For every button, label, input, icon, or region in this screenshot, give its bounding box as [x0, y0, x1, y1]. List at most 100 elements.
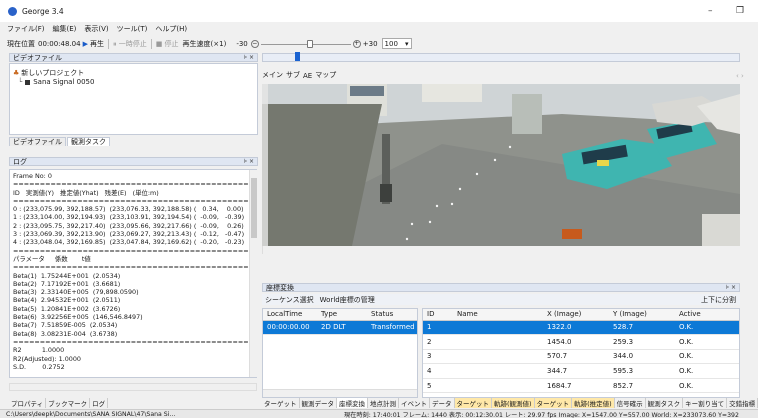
log-scrollbar[interactable] [249, 170, 257, 377]
project-tree: ♣ 新しいプロジェクト └ Sana Signal 0050 [9, 63, 258, 135]
separator [150, 38, 152, 49]
log-line: Beta(7) 7.51859E-005 (2.0534) [13, 321, 118, 330]
table-header-row: ID Name X (Image) Y (Image) Active [423, 309, 739, 321]
video-frame[interactable] [262, 84, 740, 246]
log-line: Beta(6) 3.92256E+005 (146,546.8497) [13, 313, 143, 322]
log-line: 0 : (233,075.99, 392,188.57) (233,076.33… [13, 205, 244, 214]
table-cell: 4 [423, 363, 453, 379]
log-line: Beta(1) 1.75244E+001 (2.0534) [13, 271, 121, 280]
video-panel-header: ビデオファイル ⊧ × [9, 53, 258, 62]
speed-min-label: -30 [236, 39, 248, 48]
tab-world-coords[interactable]: World座標の管理 [320, 296, 375, 304]
bottom-tab[interactable]: 軌跡(推定値) [572, 398, 615, 408]
slider-thumb[interactable] [306, 39, 313, 48]
table-row[interactable]: 00:00:00.00 2D DLT Transformed [263, 320, 417, 336]
table-cell [453, 378, 543, 394]
menu-file[interactable]: ファイル(F) [7, 24, 45, 34]
table-cell: O.K. [675, 349, 739, 365]
viewer-hscrollbar[interactable] [262, 246, 740, 254]
pin-close-icon[interactable]: ⊧ × [726, 284, 736, 291]
speed-increase-icon[interactable]: + [352, 39, 361, 48]
table-cell: 344.7 [543, 363, 609, 379]
bottom-tab[interactable]: 地点計測 [368, 398, 399, 408]
table-row[interactable]: 1 1322.0 528.7 O.K. [423, 320, 739, 336]
log-line: S.D. 0.2752 [13, 362, 65, 371]
tab-sub[interactable]: サブ [286, 70, 300, 80]
tab-ae[interactable]: AE [303, 72, 312, 80]
bottom-tab[interactable]: 観測タスク [646, 398, 684, 408]
bottom-tab[interactable]: データ [430, 398, 455, 408]
left-scroll-region[interactable] [262, 84, 268, 246]
tab-sequence-select[interactable]: シーケンス選択 [265, 296, 314, 304]
table-row[interactable]: 2 1454.0 259.3 O.K. [423, 334, 739, 350]
log-line: ========================================… [13, 337, 257, 346]
coord-subtabs: シーケンス選択 World座標の管理 上下に分割 [262, 294, 740, 305]
col-name[interactable]: Name [453, 309, 543, 321]
table-cell [453, 334, 543, 350]
col-type[interactable]: Type [317, 309, 367, 321]
bottom-tab[interactable]: ターゲット [262, 398, 300, 408]
col-active[interactable]: Active [675, 309, 739, 321]
menu-edit[interactable]: 編集(E) [53, 24, 77, 34]
bottom-tab[interactable]: ターゲット [454, 398, 492, 408]
menu-bar: ファイル(F) 編集(E) 表示(V) ツール(T) ヘルプ(H) [0, 22, 758, 35]
speed-slider[interactable] [260, 39, 351, 49]
stop-button[interactable]: ■ 停止 [156, 39, 179, 49]
table-row[interactable]: 5 1684.7 852.7 O.K. [423, 378, 739, 394]
table-cell [453, 363, 543, 379]
tab-log[interactable]: ログ [90, 398, 109, 408]
nav-arrows-icon[interactable]: ‹ › [736, 72, 744, 80]
tab-observation-task[interactable]: 観測タスク [67, 137, 110, 146]
sequence-hscrollbar[interactable] [263, 389, 417, 397]
bottom-tab[interactable]: 信号確示 [615, 398, 646, 408]
menu-view[interactable]: 表示(V) [84, 24, 108, 34]
bottom-tab[interactable]: 交錯指標 [727, 398, 758, 408]
col-x-image[interactable]: X (Image) [543, 309, 609, 321]
video-file-icon [25, 79, 31, 85]
col-localtime[interactable]: LocalTime [263, 309, 317, 321]
tab-map[interactable]: マップ [315, 70, 336, 80]
table-row[interactable]: 3 570.7 344.0 O.K. [423, 349, 739, 365]
split-button[interactable]: 上下に分割 [701, 295, 736, 305]
bottom-tab[interactable]: 観測データ [300, 398, 337, 408]
speed-decrease-icon[interactable]: − [250, 39, 259, 48]
tab-main[interactable]: メイン [262, 70, 283, 80]
log-line: R2 1.0000 [13, 346, 65, 355]
col-id[interactable]: ID [423, 309, 453, 321]
bottom-tab[interactable]: 軌跡(観測値) [492, 398, 535, 408]
bottom-tab[interactable]: イベント [399, 398, 430, 408]
log-hscrollbar[interactable] [9, 383, 257, 391]
bottom-tab[interactable]: 座標変換 [337, 398, 368, 408]
menu-help[interactable]: ヘルプ(H) [155, 24, 187, 34]
bottom-tab[interactable]: キー割り当て [683, 398, 728, 408]
left-bottom-tabs: プロパティ ブックマーク ログ [9, 398, 109, 408]
table-row[interactable]: 4 344.7 595.3 O.K. [423, 363, 739, 379]
timeline-marker[interactable] [295, 52, 300, 61]
play-button[interactable]: 再生 [90, 39, 104, 49]
bottom-tab[interactable]: ターゲット [534, 398, 573, 408]
tab-bookmarks[interactable]: ブックマーク [46, 398, 91, 408]
tab-video-file[interactable]: ビデオファイル [9, 137, 66, 146]
table-cell: O.K. [675, 378, 739, 394]
cell-type: 2D DLT [317, 320, 367, 336]
zoom-value: 100 [384, 39, 398, 48]
table-cell [453, 320, 543, 336]
points-table: ID Name X (Image) Y (Image) Active 1 1322… [423, 309, 739, 394]
pin-close-icon[interactable]: ⊧ × [244, 54, 254, 61]
play-icon[interactable]: ▶ [83, 40, 88, 48]
pause-button[interactable]: ⏸ 一時停止 [113, 39, 147, 49]
zoom-select[interactable]: 100 ▾ [381, 38, 412, 49]
col-status[interactable]: Status [367, 309, 417, 321]
project-node[interactable]: ♣ 新しいプロジェクト [13, 68, 84, 78]
position-label: 現在位置 [7, 39, 35, 48]
table-header-row: LocalTime Type Status [263, 309, 417, 321]
pin-close-icon[interactable]: ⊧ × [244, 158, 254, 165]
restore-icon[interactable]: ❐ [736, 6, 744, 16]
scrollbar-thumb[interactable] [251, 178, 257, 238]
col-y-image[interactable]: Y (Image) [609, 309, 675, 321]
file-node[interactable]: └ Sana Signal 0050 [18, 78, 94, 86]
menu-tools[interactable]: ツール(T) [117, 24, 148, 34]
log-line: Beta(4) 2.94532E+001 (2.0511) [13, 296, 121, 305]
tab-properties[interactable]: プロパティ [9, 398, 47, 408]
minimize-icon[interactable]: – [708, 6, 713, 16]
